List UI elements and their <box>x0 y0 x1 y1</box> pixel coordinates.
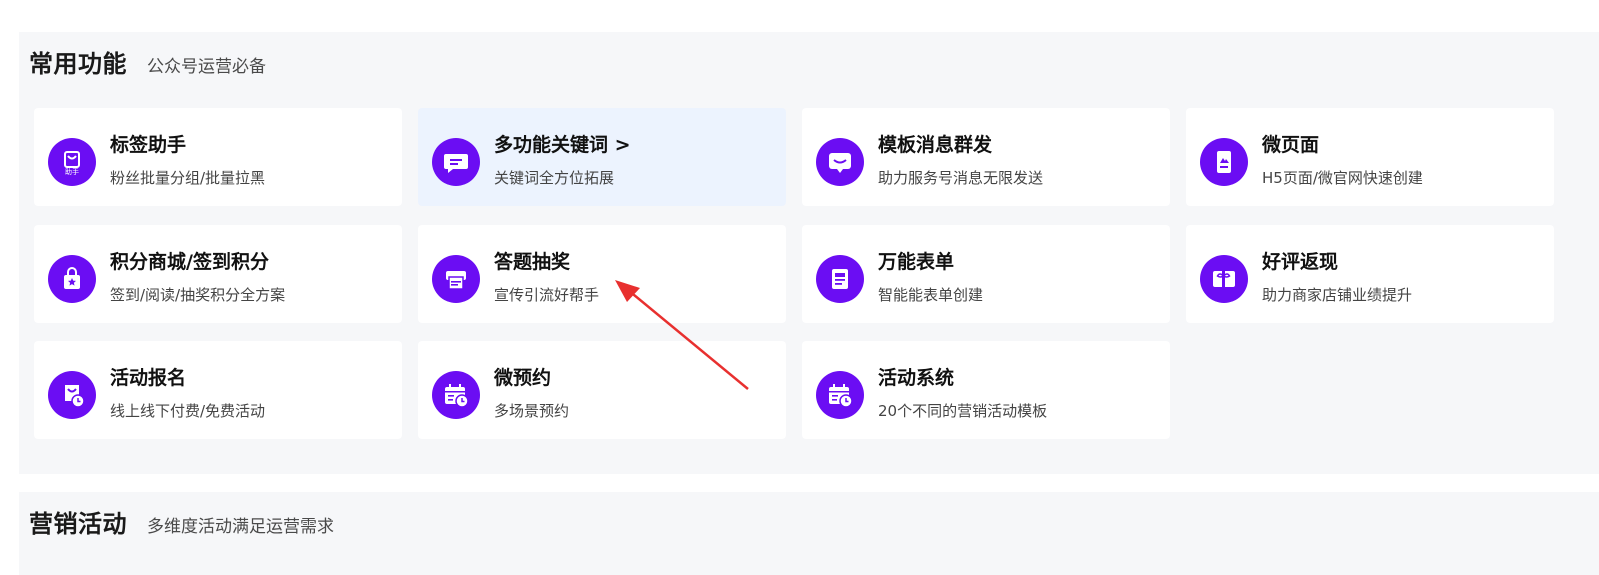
gift-card-icon <box>1200 255 1248 303</box>
card-title: 多功能关键词 > <box>494 134 631 156</box>
card-quiz-lottery[interactable]: 答题抽奖 宣传引流好帮手 <box>418 225 786 323</box>
printer-icon <box>432 255 480 303</box>
card-title: 万能表单 <box>878 251 955 273</box>
marketing-activities-header: 营销活动 多维度活动满足运营需求 <box>29 504 334 539</box>
card-title: 模板消息群发 <box>878 134 993 156</box>
card-title: 活动系统 <box>878 367 955 389</box>
tag-helper-icon: 助手 <box>48 138 96 186</box>
svg-text:助手: 助手 <box>65 167 79 176</box>
common-functions-panel: 常用功能 公众号运营必备 助手 标签助手 粉丝批量分组/批量拉黑 多功能关键词 … <box>19 32 1599 474</box>
section-subtitle: 公众号运营必备 <box>147 57 266 77</box>
chat-keyword-icon <box>432 138 480 186</box>
section-subtitle: 多维度活动满足运营需求 <box>147 517 334 537</box>
shopping-bag-star-icon <box>48 255 96 303</box>
micro-page-icon <box>1200 138 1248 186</box>
card-description: H5页面/微官网快速创建 <box>1262 169 1423 187</box>
card-title: 微页面 <box>1262 134 1320 156</box>
card-tag-helper[interactable]: 助手 标签助手 粉丝批量分组/批量拉黑 <box>34 108 402 206</box>
card-universal-form[interactable]: 万能表单 智能能表单创建 <box>802 225 1170 323</box>
signup-clock-icon <box>48 371 96 419</box>
card-title: 答题抽奖 <box>494 251 571 273</box>
section-title: 营销活动 <box>29 510 127 538</box>
card-template-message[interactable]: 模板消息群发 助力服务号消息无限发送 <box>802 108 1170 206</box>
card-review-cashback[interactable]: 好评返现 助力商家店铺业绩提升 <box>1186 225 1554 323</box>
card-description: 粉丝批量分组/批量拉黑 <box>110 169 266 187</box>
section-title: 常用功能 <box>29 50 127 78</box>
card-points-mall[interactable]: 积分商城/签到积分 签到/阅读/抽奖积分全方案 <box>34 225 402 323</box>
card-description: 线上线下付费/免费活动 <box>110 402 266 420</box>
marketing-activities-panel: 营销活动 多维度活动满足运营需求 <box>19 492 1599 575</box>
card-description: 签到/阅读/抽奖积分全方案 <box>110 286 286 304</box>
card-micro-booking[interactable]: 微预约 多场景预约 <box>418 341 786 439</box>
card-description: 关键词全方位拓展 <box>494 169 615 187</box>
calendar-clock-icon <box>432 371 480 419</box>
card-title: 标签助手 <box>110 134 187 156</box>
card-title: 好评返现 <box>1262 251 1339 273</box>
common-functions-header: 常用功能 公众号运营必备 <box>29 44 266 79</box>
form-icon <box>816 255 864 303</box>
card-title: 活动报名 <box>110 367 187 389</box>
card-description: 智能能表单创建 <box>878 286 984 304</box>
card-title: 微预约 <box>494 367 552 389</box>
card-event-signup[interactable]: 活动报名 线上线下付费/免费活动 <box>34 341 402 439</box>
card-description: 多场景预约 <box>494 402 570 420</box>
card-multi-keyword[interactable]: 多功能关键词 > 关键词全方位拓展 <box>418 108 786 206</box>
card-activity-system[interactable]: 活动系统 20个不同的营销活动模板 <box>802 341 1170 439</box>
calendar-clock-icon <box>816 371 864 419</box>
card-title: 积分商城/签到积分 <box>110 251 269 273</box>
card-description: 助力服务号消息无限发送 <box>878 169 1044 187</box>
card-description: 20个不同的营销活动模板 <box>878 402 1048 420</box>
card-description: 宣传引流好帮手 <box>494 286 600 304</box>
card-micro-page[interactable]: 微页面 H5页面/微官网快速创建 <box>1186 108 1554 206</box>
message-smile-icon <box>816 138 864 186</box>
card-description: 助力商家店铺业绩提升 <box>1262 286 1413 304</box>
